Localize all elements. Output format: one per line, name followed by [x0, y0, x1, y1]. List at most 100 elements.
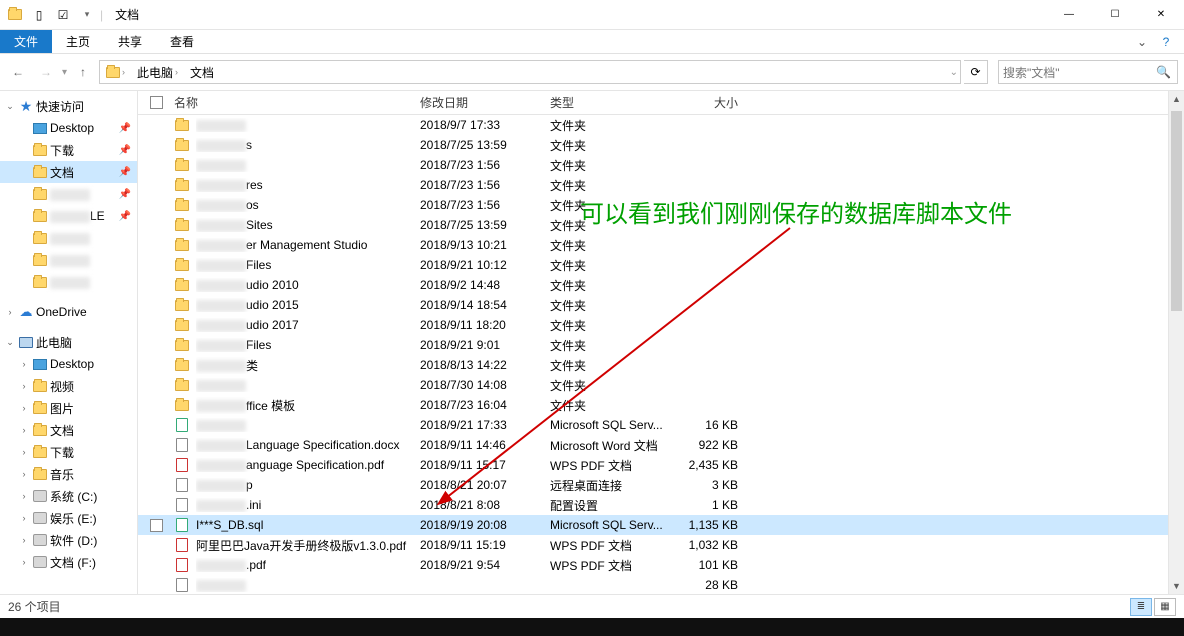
tree-quick-item[interactable] — [0, 249, 137, 271]
col-type[interactable]: 类型 — [550, 94, 670, 111]
tree-pc-item[interactable]: ›下载 — [0, 441, 137, 463]
tree-pc-item[interactable]: ›文档 (F:) — [0, 551, 137, 573]
help-icon[interactable]: ? — [1154, 30, 1178, 54]
up-button[interactable]: ↑ — [71, 60, 95, 84]
row-checkbox[interactable] — [150, 519, 163, 532]
expand-toggle-icon[interactable]: › — [18, 425, 30, 435]
tree-quick-item[interactable] — [0, 271, 137, 293]
tree-quick-item[interactable]: LE📌 — [0, 205, 137, 227]
back-button[interactable]: ← — [6, 60, 30, 84]
col-date[interactable]: 修改日期 — [420, 94, 550, 111]
file-row[interactable]: 2018/7/30 14:08文件夹 — [138, 375, 1168, 395]
details-view-button[interactable]: ≣ — [1130, 598, 1152, 616]
expand-toggle-icon[interactable]: › — [18, 381, 30, 391]
tree-pc-item[interactable]: ›娱乐 (E:) — [0, 507, 137, 529]
ribbon-tab-file[interactable]: 文件 — [0, 30, 52, 53]
address-bar[interactable]: › 此电脑› 文档 ⌄ — [99, 60, 961, 84]
minimize-button[interactable]: — — [1046, 0, 1092, 30]
expand-toggle-icon[interactable]: › — [18, 359, 30, 369]
qat-dropdown[interactable]: ▾ — [76, 4, 98, 26]
file-row[interactable]: res2018/7/23 1:56文件夹 — [138, 175, 1168, 195]
crumb-icon[interactable]: › — [102, 61, 129, 83]
tree-label: 此电脑 — [36, 334, 72, 351]
expand-toggle-icon[interactable]: ⌄ — [4, 101, 16, 112]
expand-toggle-icon[interactable]: › — [18, 447, 30, 457]
col-name[interactable]: 名称 — [174, 94, 420, 111]
expand-toggle-icon[interactable]: › — [18, 513, 30, 523]
expand-toggle-icon[interactable]: › — [18, 469, 30, 479]
file-row[interactable]: 28 KB — [138, 575, 1168, 594]
ribbon-tab-home[interactable]: 主页 — [52, 30, 104, 53]
file-row[interactable]: I***S_DB.sql2018/9/19 20:08Microsoft SQL… — [138, 515, 1168, 535]
file-row[interactable]: er Management Studio2018/9/13 10:21文件夹 — [138, 235, 1168, 255]
tree-pc-item[interactable]: ›软件 (D:) — [0, 529, 137, 551]
file-row[interactable]: 类2018/8/13 14:22文件夹 — [138, 355, 1168, 375]
file-name — [196, 118, 420, 132]
folder-icon — [175, 140, 189, 151]
ribbon-tab-view[interactable]: 查看 — [156, 30, 208, 53]
tree-pc-item[interactable]: ›视频 — [0, 375, 137, 397]
history-dropdown[interactable]: ▾ — [62, 67, 67, 78]
scroll-thumb[interactable] — [1171, 111, 1182, 311]
refresh-button[interactable]: ⟳ — [964, 60, 988, 84]
file-row[interactable]: udio 20102018/9/2 14:48文件夹 — [138, 275, 1168, 295]
tree-thispc[interactable]: ⌄ 此电脑 — [0, 331, 137, 353]
file-type: 文件夹 — [550, 197, 670, 214]
file-row[interactable]: Sites2018/7/25 13:59文件夹 — [138, 215, 1168, 235]
file-row[interactable]: os2018/7/23 1:56文件夹 — [138, 195, 1168, 215]
file-row[interactable]: udio 20172018/9/11 18:20文件夹 — [138, 315, 1168, 335]
forward-button[interactable]: → — [34, 60, 58, 84]
vertical-scrollbar[interactable]: ▲ ▼ — [1168, 91, 1184, 594]
qat-item[interactable]: ▯ — [28, 4, 50, 26]
scroll-down-icon[interactable]: ▼ — [1169, 578, 1184, 594]
file-row[interactable]: 2018/9/7 17:33文件夹 — [138, 115, 1168, 135]
expand-toggle-icon[interactable]: › — [18, 557, 30, 567]
col-size[interactable]: 大小 — [670, 94, 746, 111]
file-row[interactable]: .pdf2018/9/21 9:54WPS PDF 文档101 KB — [138, 555, 1168, 575]
expand-toggle-icon[interactable]: › — [18, 403, 30, 413]
file-name: udio 2015 — [196, 298, 420, 312]
icons-view-button[interactable]: ▦ — [1154, 598, 1176, 616]
tree-pc-item[interactable]: ›系统 (C:) — [0, 485, 137, 507]
file-row[interactable]: .ini2018/8/21 8:08配置设置1 KB — [138, 495, 1168, 515]
file-row[interactable]: anguage Specification.pdf2018/9/11 15:17… — [138, 455, 1168, 475]
file-row[interactable]: 2018/7/23 1:56文件夹 — [138, 155, 1168, 175]
tree-quick-item[interactable]: 文档📌 — [0, 161, 137, 183]
maximize-button[interactable]: ☐ — [1092, 0, 1138, 30]
file-row[interactable]: Language Specification.docx2018/9/11 14:… — [138, 435, 1168, 455]
tree-pc-item[interactable]: ›图片 — [0, 397, 137, 419]
file-row[interactable]: p2018/8/21 20:07远程桌面连接3 KB — [138, 475, 1168, 495]
tree-pc-item[interactable]: ›文档 — [0, 419, 137, 441]
expand-toggle-icon[interactable]: ⌄ — [4, 337, 16, 348]
tree-quick-item[interactable]: Desktop📌 — [0, 117, 137, 139]
expand-toggle-icon[interactable]: › — [4, 307, 16, 317]
scroll-up-icon[interactable]: ▲ — [1169, 91, 1184, 107]
select-all-checkbox[interactable] — [150, 96, 163, 109]
tree-quick-access[interactable]: ⌄★快速访问 — [0, 95, 137, 117]
tree-quick-item[interactable] — [0, 227, 137, 249]
search-input[interactable]: 搜索"文档" 🔍 — [998, 60, 1178, 84]
file-row[interactable]: ffice 模板2018/7/23 16:04文件夹 — [138, 395, 1168, 415]
qat-item[interactable]: ☑ — [52, 4, 74, 26]
file-row[interactable]: 阿里巴巴Java开发手册终极版v1.3.0.pdf2018/9/11 15:19… — [138, 535, 1168, 555]
file-row[interactable]: Files2018/9/21 9:01文件夹 — [138, 335, 1168, 355]
address-dropdown-icon[interactable]: ⌄ — [950, 67, 958, 78]
expand-toggle-icon[interactable]: › — [18, 535, 30, 545]
tree-pc-item[interactable]: ›音乐 — [0, 463, 137, 485]
file-row[interactable]: s2018/7/25 13:59文件夹 — [138, 135, 1168, 155]
crumb-thispc[interactable]: 此电脑› — [133, 61, 182, 83]
file-row[interactable]: 2018/9/21 17:33Microsoft SQL Serv...16 K… — [138, 415, 1168, 435]
expand-toggle-icon[interactable]: › — [18, 491, 30, 501]
close-button[interactable]: ✕ — [1138, 0, 1184, 30]
search-icon[interactable]: 🔍 — [1156, 65, 1171, 79]
file-row[interactable]: Files2018/9/21 10:12文件夹 — [138, 255, 1168, 275]
tree-onedrive[interactable]: ›☁OneDrive — [0, 301, 137, 323]
tree-pc-item[interactable]: ›Desktop — [0, 353, 137, 375]
app-icon[interactable] — [4, 4, 26, 26]
ribbon-collapse-icon[interactable]: ⌄ — [1130, 30, 1154, 54]
file-row[interactable]: udio 20152018/9/14 18:54文件夹 — [138, 295, 1168, 315]
tree-quick-item[interactable]: 📌 — [0, 183, 137, 205]
ribbon-tab-share[interactable]: 共享 — [104, 30, 156, 53]
crumb-docs[interactable]: 文档 — [186, 61, 218, 83]
tree-quick-item[interactable]: 下载📌 — [0, 139, 137, 161]
